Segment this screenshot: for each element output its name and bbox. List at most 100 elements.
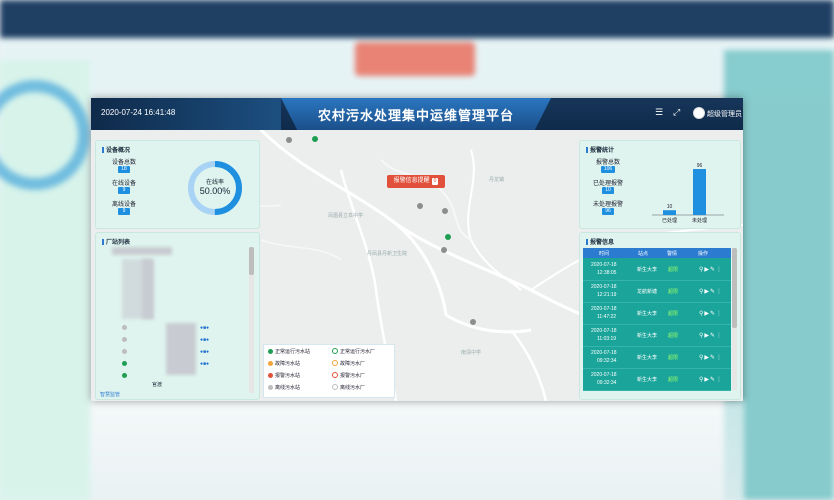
station-action-icons[interactable]: ●■● xyxy=(200,361,209,367)
panel-title: 厂站列表 xyxy=(102,237,130,246)
table-row[interactable]: 2020-07-18 12:38:05 新生大李 超限 ⚲▶✎⋮ xyxy=(583,259,731,281)
alarm-stats-panel: 报警统计 报警总数 106 已处理报警 10 未处理报警 96 10 已处理 96 未… xyxy=(579,140,741,229)
station-action-icons[interactable]: ●■● xyxy=(200,337,209,343)
alarm-reminder-button[interactable]: 报警信息提醒 0 xyxy=(387,175,445,188)
alarm-time: 12:38:05 xyxy=(597,270,617,276)
map-label: 凤凰县立阜中学 xyxy=(328,213,364,219)
row-action-icons[interactable]: ⚲▶✎⋮ xyxy=(699,310,723,317)
legend-item: 故障污水站 xyxy=(268,360,300,367)
legend-item: 故障污水厂 xyxy=(332,360,365,367)
alarm-status: 超限 xyxy=(668,267,679,273)
row-action-icons[interactable]: ⚲▶✎⋮ xyxy=(699,376,723,383)
alarm-time: 12:21:19 xyxy=(597,292,617,298)
tree-item[interactable]: 官渡 xyxy=(152,381,162,388)
alarm-time: 09:32:34 xyxy=(597,358,617,364)
station-marker-normal[interactable] xyxy=(312,136,318,142)
alarm-status: 超限 xyxy=(668,333,679,339)
bar xyxy=(663,210,676,215)
data-label: 96 xyxy=(697,163,703,169)
table-row[interactable]: 2020-07-18 09:32:34 新生大李 超限 ⚲▶✎⋮ xyxy=(583,347,731,369)
station-node-offline[interactable] xyxy=(122,349,127,354)
tick-label: 未处理 xyxy=(692,217,707,224)
station-marker-offline[interactable] xyxy=(417,203,423,209)
footer-link[interactable]: 智慧监管 xyxy=(100,391,120,398)
header-bar: 2020-07-24 16:41:48 农村污水处理集中运维管理平台 ☰ ⤢ 超… xyxy=(91,98,743,130)
row-action-icons[interactable]: ⚲▶✎⋮ xyxy=(699,332,723,339)
alarm-unhandled-label: 未处理报警 xyxy=(592,202,623,208)
table-row[interactable]: 2020-07-18 11:47:22 新生大李 超限 ⚲▶✎⋮ xyxy=(583,303,731,325)
station-marker-normal[interactable] xyxy=(445,234,451,240)
station-action-icons[interactable]: ●■● xyxy=(200,349,209,355)
map-label: 南清中学 xyxy=(461,350,482,356)
alarm-date: 2020-07-18 xyxy=(591,306,617,312)
row-action-icons[interactable]: ⚲▶✎⋮ xyxy=(699,288,723,295)
table-header: 时间 站点 警情 操作 xyxy=(583,248,731,258)
dashboard-window: 2020-07-24 16:41:48 农村污水处理集中运维管理平台 ☰ ⤢ 超… xyxy=(91,98,743,401)
alarm-total-label: 报警总数 xyxy=(595,160,620,166)
map-label: 丹凤县丹新卫生院 xyxy=(367,251,408,257)
alarm-site: 新生大李 xyxy=(637,355,658,361)
station-node-offline[interactable] xyxy=(122,325,127,330)
alarm-handled-label: 已处理报警 xyxy=(592,181,623,187)
panel-title: 设备概况 xyxy=(102,145,130,154)
station-marker-offline[interactable] xyxy=(442,208,448,214)
alarm-site: 新生大李 xyxy=(637,333,658,339)
data-label: 10 xyxy=(667,204,673,210)
station-marker-offline[interactable] xyxy=(286,137,292,143)
online-devices-label: 在线设备 xyxy=(111,181,136,187)
avatar[interactable] xyxy=(693,107,705,119)
alarm-date: 2020-07-18 xyxy=(591,328,617,334)
row-action-icons[interactable]: ⚲▶✎⋮ xyxy=(699,266,723,273)
alarm-site: 新生大李 xyxy=(637,377,658,383)
user-name[interactable]: 超级管理员 xyxy=(707,109,742,119)
station-node-normal[interactable] xyxy=(122,361,127,366)
table-row[interactable]: 2020-07-18 09:32:34 新生大李 超限 ⚲▶✎⋮ xyxy=(583,369,731,391)
alarm-site: 新生大李 xyxy=(637,267,658,273)
legend-item: 离线污水厂 xyxy=(332,384,365,391)
station-node-offline[interactable] xyxy=(122,337,127,342)
map-label: 丹龙镇 xyxy=(489,177,505,183)
station-action-icons[interactable]: ●■● xyxy=(200,325,209,331)
column-header: 站点 xyxy=(638,251,649,257)
alarm-date: 2020-07-18 xyxy=(591,372,617,378)
scrollbar-thumb[interactable] xyxy=(249,247,254,275)
alarm-table: 时间 站点 警情 操作 2020-07-18 12:38:05 新生大李 超限 ⚲▶✎⋮… xyxy=(583,248,731,391)
station-node-normal[interactable] xyxy=(122,373,127,378)
station-list-panel: 厂站列表 ●■● ●■● ●■● ●■● 官渡 智慧监管 xyxy=(95,232,260,400)
table-row[interactable]: 2020-07-18 11:03:19 新生大李 超限 ⚲▶✎⋮ xyxy=(583,325,731,347)
column-header: 时间 xyxy=(599,251,610,257)
legend-item: 报警污水站 xyxy=(268,372,300,379)
online-devices-value: 9 xyxy=(118,187,130,194)
menu-icon[interactable]: ☰ xyxy=(655,107,663,118)
offline-devices-label: 离线设备 xyxy=(111,202,136,208)
device-overview-panel: 设备概况 设备总数 18 在线设备 9 离线设备 9 在线率 50.00% xyxy=(95,140,260,229)
legend-item: 正常运行污水站 xyxy=(268,348,310,355)
datetime-display: 2020-07-24 16:41:48 xyxy=(101,108,176,117)
table-row[interactable]: 2020-07-18 12:21:19 龙航新塘 超限 ⚲▶✎⋮ xyxy=(583,281,731,303)
alarm-info-panel: 报警信息 时间 站点 警情 操作 2020-07-18 12:38:05 新生大李超… xyxy=(579,232,741,400)
map-legend: 正常运行污水站 正常运行污水厂 故障污水站 故障污水厂 报警污水站 报警污水厂 … xyxy=(263,344,395,398)
panel-title: 报警信息 xyxy=(586,237,614,246)
alarm-time: 11:03:19 xyxy=(597,336,617,342)
tick-label: 已处理 xyxy=(662,217,677,224)
station-marker-offline[interactable] xyxy=(441,247,447,253)
column-header: 警情 xyxy=(667,251,678,257)
scrollbar-thumb[interactable] xyxy=(732,248,737,328)
alarm-count-badge: 0 xyxy=(431,178,439,185)
alarm-bar-chart: 10 已处理 96 未处理 xyxy=(652,163,724,224)
station-marker-offline[interactable] xyxy=(470,319,476,325)
fullscreen-icon[interactable]: ⤢ xyxy=(673,107,680,118)
online-rate-value: 50.00% xyxy=(199,186,231,196)
alarm-time: 11:47:22 xyxy=(597,314,617,320)
alarm-unhandled-value: 96 xyxy=(602,208,614,215)
total-devices-label: 设备总数 xyxy=(111,160,136,166)
page-title: 农村污水处理集中运维管理平台 xyxy=(317,108,514,123)
alarm-status: 超限 xyxy=(668,355,679,361)
legend-item: 离线污水站 xyxy=(268,384,300,391)
alarm-status: 超限 xyxy=(668,289,679,295)
total-devices-value: 18 xyxy=(118,166,130,173)
legend-item: 正常运行污水厂 xyxy=(332,348,375,355)
bar xyxy=(693,169,706,215)
alarm-time: 09:32:34 xyxy=(597,380,617,386)
row-action-icons[interactable]: ⚲▶✎⋮ xyxy=(699,354,723,361)
